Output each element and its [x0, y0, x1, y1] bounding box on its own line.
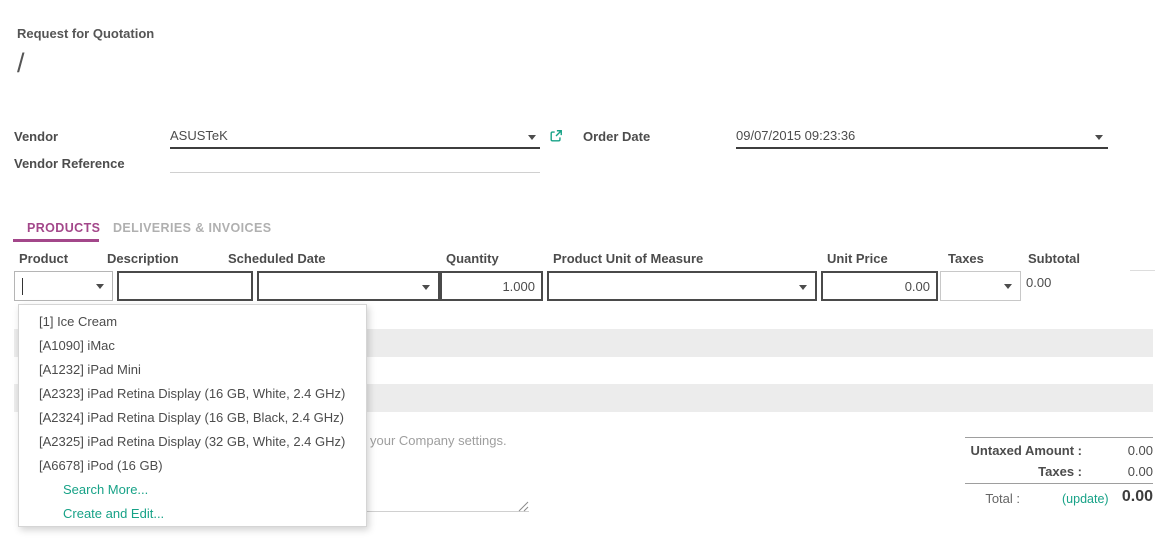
vendor-reference-field[interactable]: [170, 154, 540, 172]
product-uom-cell-combobox[interactable]: [547, 271, 817, 301]
last-column-top-border: [1130, 270, 1155, 271]
untaxed-amount-label: Untaxed Amount :: [900, 443, 1082, 458]
create-and-edit-link[interactable]: Create and Edit...: [19, 502, 366, 526]
product-caret-icon[interactable]: [96, 284, 104, 289]
col-header-unit-price[interactable]: Unit Price: [827, 251, 888, 266]
search-more-link[interactable]: Search More...: [19, 478, 366, 502]
open-vendor-external-link-icon[interactable]: [549, 129, 563, 143]
dropdown-item[interactable]: [A2323] iPad Retina Display (16 GB, Whit…: [19, 382, 366, 406]
totals-separator-top: [965, 437, 1153, 438]
vendor-reference-label: Vendor Reference: [14, 156, 125, 171]
col-header-scheduled-date[interactable]: Scheduled Date: [228, 251, 326, 266]
dropdown-item[interactable]: [A2325] iPad Retina Display (32 GB, Whit…: [19, 430, 366, 454]
taxes-caret-icon[interactable]: [1004, 284, 1012, 289]
dropdown-item[interactable]: [A1090] iMac: [19, 334, 366, 358]
dropdown-item[interactable]: [A1232] iPad Mini: [19, 358, 366, 382]
total-value: 0.00: [1082, 488, 1153, 506]
product-cell-combobox[interactable]: [14, 271, 113, 301]
description-input[interactable]: [119, 273, 251, 299]
vendor-reference-underline: [170, 172, 540, 173]
record-name: /: [17, 48, 25, 79]
product-uom-input[interactable]: [549, 273, 815, 299]
vendor-dropdown-caret-icon[interactable]: [528, 135, 536, 140]
order-date-label: Order Date: [583, 129, 650, 144]
totals-separator-bottom: [965, 483, 1153, 484]
col-header-description[interactable]: Description: [107, 251, 179, 266]
total-label: Total :: [900, 491, 1020, 506]
description-cell[interactable]: [117, 271, 253, 301]
product-uom-caret-icon[interactable]: [799, 285, 807, 290]
scheduled-date-input[interactable]: [259, 273, 438, 299]
terms-placeholder-text: your Company settings.: [370, 433, 507, 448]
tab-deliveries-invoices[interactable]: DELIVERIES & INVOICES: [113, 221, 271, 235]
order-date-field[interactable]: [736, 127, 1108, 147]
dropdown-item[interactable]: [A6678] iPod (16 GB): [19, 454, 366, 478]
taxes-total-label: Taxes :: [900, 464, 1082, 479]
product-autocomplete-dropdown: [1] Ice Cream [A1090] iMac [A1232] iPad …: [18, 304, 367, 527]
subtotal-value: 0.00: [1026, 275, 1051, 290]
unit-price-input[interactable]: [823, 273, 936, 299]
col-header-product[interactable]: Product: [19, 251, 68, 266]
vendor-field-underline: [170, 147, 540, 149]
page-title: Request for Quotation: [17, 26, 154, 41]
vendor-reference-input[interactable]: [170, 155, 540, 170]
col-header-taxes[interactable]: Taxes: [948, 251, 984, 266]
col-header-quantity[interactable]: Quantity: [446, 251, 499, 266]
order-date-field-underline: [736, 147, 1108, 149]
unit-price-cell[interactable]: [821, 271, 938, 301]
text-cursor: [22, 278, 23, 295]
taxes-cell-combobox[interactable]: [940, 271, 1021, 301]
vendor-field[interactable]: [170, 127, 540, 147]
order-date-input[interactable]: [736, 128, 1066, 143]
scheduled-date-caret-icon[interactable]: [422, 285, 430, 290]
scheduled-date-cell-combobox[interactable]: [257, 271, 440, 301]
vendor-label: Vendor: [14, 129, 58, 144]
quantity-cell[interactable]: [440, 271, 543, 301]
rfq-form-page: Request for Quotation / Vendor Order Dat…: [0, 0, 1170, 551]
vendor-input[interactable]: [170, 128, 510, 143]
dropdown-item[interactable]: [1] Ice Cream: [19, 310, 366, 334]
textarea-resize-handle-icon[interactable]: [516, 500, 529, 512]
col-header-product-uom[interactable]: Product Unit of Measure: [553, 251, 703, 266]
active-tab-underline: [13, 239, 99, 242]
quantity-input[interactable]: [442, 273, 541, 299]
tab-products[interactable]: PRODUCTS: [27, 221, 100, 235]
taxes-total-value: 0.00: [1082, 464, 1153, 479]
dropdown-item[interactable]: [A2324] iPad Retina Display (16 GB, Blac…: [19, 406, 366, 430]
order-date-dropdown-caret-icon[interactable]: [1095, 135, 1103, 140]
col-header-subtotal[interactable]: Subtotal: [1028, 251, 1080, 266]
untaxed-amount-value: 0.00: [1082, 443, 1153, 458]
